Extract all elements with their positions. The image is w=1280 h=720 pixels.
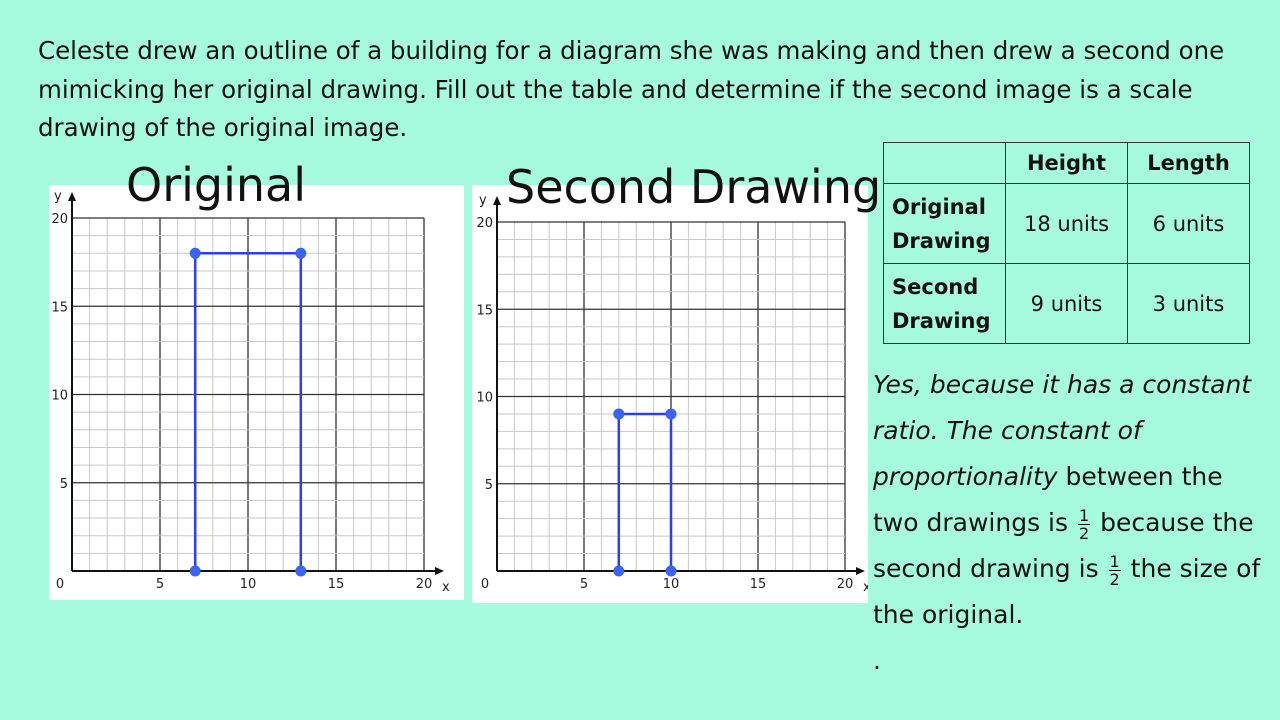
x-tick-label: 0 bbox=[56, 577, 64, 592]
original-chart: x y 0 5 10 15 20 5 10 15 20 bbox=[49, 185, 464, 600]
fraction-half: 12 bbox=[1077, 505, 1091, 543]
x-axis-label: x bbox=[442, 580, 450, 595]
fraction-half: 12 bbox=[1108, 551, 1121, 589]
original-chart-svg: x y 0 5 10 15 20 5 10 15 20 bbox=[51, 189, 450, 595]
y-axis-label: y bbox=[479, 193, 487, 208]
x-tick-label: 15 bbox=[328, 577, 345, 592]
row-label: Original Drawing bbox=[883, 183, 1006, 264]
table-row: Second Drawing 9 units 3 units bbox=[883, 263, 1250, 344]
x-axis-arrow-icon bbox=[435, 567, 444, 575]
x-tick-label: 10 bbox=[240, 577, 257, 592]
height-cell: 18 units bbox=[1005, 183, 1128, 264]
fraction-denominator: 2 bbox=[1078, 523, 1090, 543]
chart-title-second: Second Drawing bbox=[506, 160, 882, 214]
x-tick-label: 0 bbox=[481, 577, 489, 592]
data-point bbox=[295, 565, 307, 577]
header-length: Length bbox=[1127, 142, 1250, 184]
building-outline bbox=[617, 412, 673, 571]
x-tick-label: 20 bbox=[837, 577, 854, 592]
y-tick-label: 20 bbox=[476, 216, 493, 231]
y-tick-label: 15 bbox=[51, 300, 68, 315]
measurement-table: Height Length Original Drawing 18 units … bbox=[883, 142, 1250, 344]
y-tick-label: 5 bbox=[485, 478, 493, 493]
data-point bbox=[665, 565, 677, 577]
data-point bbox=[613, 565, 625, 577]
second-chart-svg: x y 0 5 10 15 20 5 10 15 20 bbox=[476, 193, 871, 595]
x-tick-label: 5 bbox=[580, 577, 588, 592]
x-tick-label: 10 bbox=[663, 577, 680, 592]
y-axis-arrow-icon bbox=[493, 196, 501, 205]
fraction-numerator: 1 bbox=[1108, 551, 1121, 571]
x-tick-label: 15 bbox=[750, 577, 767, 592]
length-cell: 3 units bbox=[1127, 263, 1250, 344]
question-text: Celeste drew an outline of a building fo… bbox=[38, 36, 1225, 142]
header-height: Height bbox=[1005, 142, 1128, 184]
data-point bbox=[189, 565, 201, 577]
answer-text: Yes, because it has a constant ratio. Th… bbox=[873, 362, 1273, 684]
table-header-row: Height Length bbox=[883, 142, 1250, 184]
length-cell: 6 units bbox=[1127, 183, 1250, 264]
y-axis-label: y bbox=[54, 189, 62, 204]
second-chart: x y 0 5 10 15 20 5 10 15 20 bbox=[472, 185, 871, 603]
chart-title-original: Original bbox=[126, 158, 307, 212]
y-tick-label: 15 bbox=[476, 303, 493, 318]
fraction-numerator: 1 bbox=[1077, 505, 1091, 525]
row-label: Second Drawing bbox=[883, 263, 1006, 344]
y-tick-label: 10 bbox=[51, 389, 68, 404]
answer-trailing: . bbox=[873, 646, 881, 675]
x-axis-arrow-icon bbox=[856, 567, 865, 575]
data-point bbox=[665, 408, 677, 420]
y-tick-label: 20 bbox=[51, 212, 68, 227]
height-cell: 9 units bbox=[1005, 263, 1128, 344]
x-tick-label: 5 bbox=[156, 577, 164, 592]
fraction-denominator: 2 bbox=[1109, 569, 1120, 589]
header-empty bbox=[883, 142, 1006, 184]
x-tick-label: 20 bbox=[416, 577, 433, 592]
y-axis-arrow-icon bbox=[68, 192, 76, 201]
x-axis-label: x bbox=[863, 580, 868, 595]
y-tick-label: 10 bbox=[476, 391, 493, 406]
data-point bbox=[613, 408, 625, 420]
table-row: Original Drawing 18 units 6 units bbox=[883, 183, 1250, 264]
data-point bbox=[189, 247, 201, 259]
data-point bbox=[295, 247, 307, 259]
y-tick-label: 5 bbox=[60, 477, 68, 492]
